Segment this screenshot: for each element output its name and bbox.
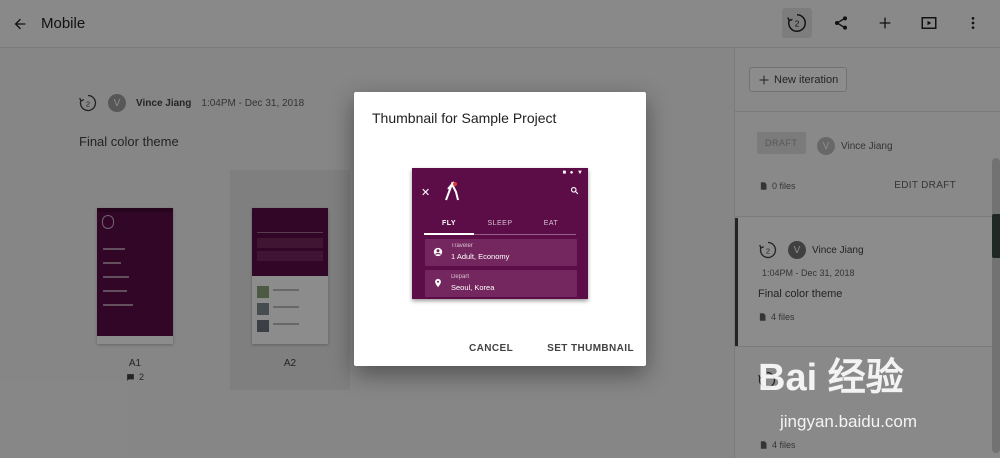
account-circle-icon <box>433 247 443 257</box>
depart-field: Depart Seoul, Korea <box>425 270 577 297</box>
location-pin-icon <box>435 278 441 288</box>
bird-logo-icon <box>445 181 459 201</box>
close-icon: ✕ <box>421 187 431 199</box>
dialog-actions: CANCEL SET THUMBNAIL <box>469 343 634 354</box>
set-thumbnail-button[interactable]: SET THUMBNAIL <box>547 343 634 354</box>
watermark-url: jingyan.baidu.com <box>780 412 918 431</box>
thumbnail-preview: ■ ● ▼ ✕ FLY SLEEP EAT Traveler 1 Adult, … <box>412 168 588 299</box>
traveler-field: Traveler 1 Adult, Economy <box>425 239 577 266</box>
tab-fly: FLY <box>424 220 474 235</box>
field-value: Seoul, Korea <box>451 283 495 292</box>
status-bar-icons: ■ ● ▼ <box>562 170 584 176</box>
cancel-button[interactable]: CANCEL <box>469 343 513 354</box>
divider <box>424 234 576 235</box>
watermark: Bai 经验 jingyan.baidu.com <box>758 346 998 454</box>
tab-sleep: SLEEP <box>487 220 513 227</box>
preview-tabs: FLY SLEEP EAT <box>424 220 576 235</box>
dialog-title: Thumbnail for Sample Project <box>372 110 557 126</box>
field-label: Depart <box>451 274 470 280</box>
field-value: 1 Adult, Economy <box>451 252 510 261</box>
field-label: Traveler <box>451 243 473 249</box>
watermark-logo: Bai 经验 <box>758 357 904 399</box>
search-icon <box>570 186 579 195</box>
tab-eat: EAT <box>543 220 559 227</box>
thumbnail-dialog: Thumbnail for Sample Project ■ ● ▼ ✕ FLY… <box>354 92 646 366</box>
